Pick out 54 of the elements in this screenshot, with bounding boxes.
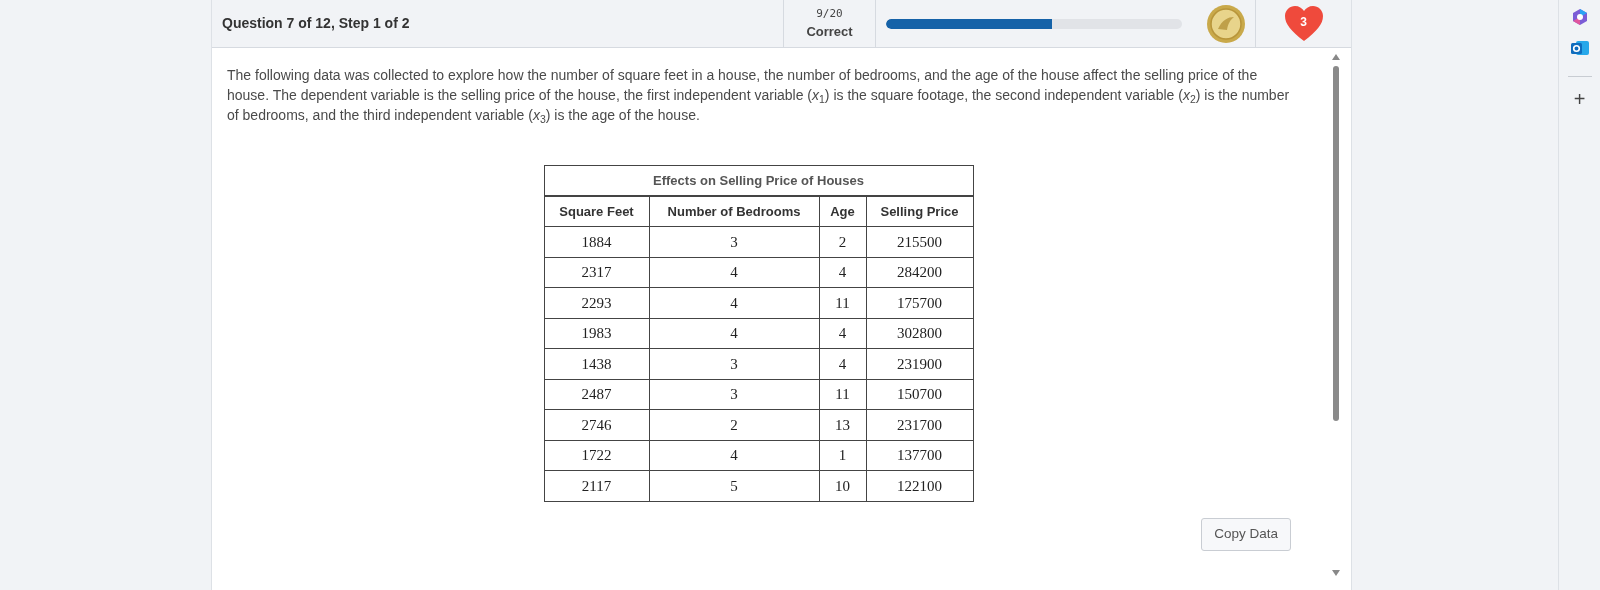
table-cell: 2 <box>649 409 819 440</box>
table-cell: 4 <box>819 348 866 379</box>
score-count: 9/20 <box>816 5 843 22</box>
table-cell: 1884 <box>544 226 649 257</box>
score-label: Correct <box>806 23 853 41</box>
table-cell: 302800 <box>866 318 973 349</box>
table-cell: 2293 <box>544 287 649 318</box>
table-cell: 175700 <box>866 287 973 318</box>
scroll-down-icon[interactable] <box>1332 570 1340 576</box>
add-button[interactable]: + <box>1573 89 1586 109</box>
table-cell: 2 <box>819 226 866 257</box>
table-cell: 3 <box>649 379 819 410</box>
table-cell: 284200 <box>866 257 973 288</box>
table-cell: 4 <box>649 318 819 349</box>
mail-app-icon[interactable] <box>1569 38 1590 58</box>
table-cell: 2117 <box>544 470 649 501</box>
lives-heart: 3 <box>1282 4 1325 43</box>
table-cell: 137700 <box>866 440 973 471</box>
table-cell: 150700 <box>866 379 973 410</box>
table-title: Effects on Selling Price of Houses <box>544 165 973 196</box>
question-text: The following data was collected to explore how the number of square feet in a house, the number of bedrooms, and the age of the house affect the selling price of the house. The dependent variable is the selling price of the house, the first independent variable (x$_{1}$) is the square footage, the second independent variable (x$_{2}$) is the number of bedrooms, and the third independent variable (x$_{3}$) is the age of the house. <box>227 66 1291 125</box>
column-header: Square Feet <box>544 195 649 227</box>
table-cell: 1 <box>819 440 866 471</box>
table-cell: 4 <box>649 440 819 471</box>
table-cell: 231700 <box>866 409 973 440</box>
scrollbar-thumb[interactable] <box>1333 66 1339 421</box>
table-cell: 3 <box>649 226 819 257</box>
table-cell: 215500 <box>866 226 973 257</box>
table-cell: 4 <box>819 257 866 288</box>
table-cell: 1438 <box>544 348 649 379</box>
copy-data-button[interactable]: Copy Data <box>1201 517 1291 551</box>
table-cell: 2317 <box>544 257 649 288</box>
table-cell: 4 <box>649 257 819 288</box>
question-title: Question 7 of 12, Step 1 of 2 <box>222 14 410 33</box>
table-cell: 4 <box>819 318 866 349</box>
table-cell: 1983 <box>544 318 649 349</box>
table-cell: 231900 <box>866 348 973 379</box>
scroll-up-icon[interactable] <box>1332 54 1340 60</box>
table-cell: 4 <box>649 287 819 318</box>
table-cell: 5 <box>649 470 819 501</box>
table-cell: 13 <box>819 409 866 440</box>
table-cell: 2746 <box>544 409 649 440</box>
column-header: Number of Bedrooms <box>649 195 819 227</box>
table-cell: 1722 <box>544 440 649 471</box>
table-cell: 11 <box>819 379 866 410</box>
table-cell: 10 <box>819 470 866 501</box>
column-header: Age <box>819 195 866 227</box>
app-icon[interactable] <box>1570 8 1589 26</box>
table-cell: 122100 <box>866 470 973 501</box>
table-cell: 2487 <box>544 379 649 410</box>
coin-icon <box>1206 3 1246 44</box>
table-cell: 3 <box>649 348 819 379</box>
column-header: Selling Price <box>866 195 973 227</box>
table-cell: 11 <box>819 287 866 318</box>
